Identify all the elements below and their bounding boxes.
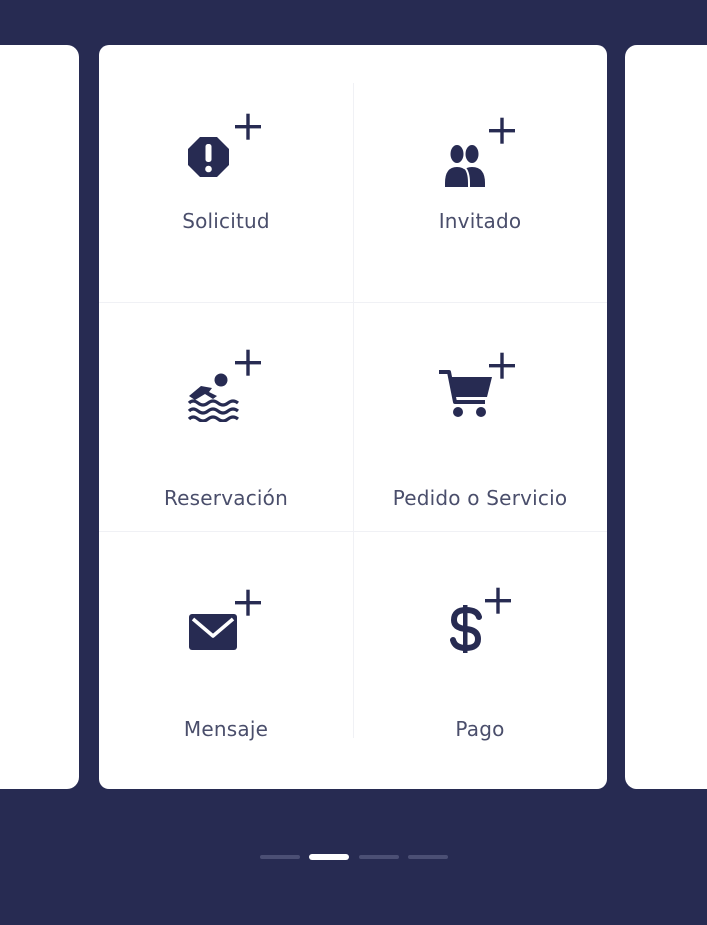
cart-plus-icon (353, 342, 607, 422)
action-mensaje[interactable]: Mensaje (99, 531, 353, 789)
action-label: Solicitud (182, 209, 270, 233)
users-plus-icon (353, 107, 607, 187)
page-dot-active[interactable] (309, 854, 349, 860)
action-label: Reservación (163, 486, 288, 510)
octagon-exclamation-plus-icon (99, 107, 353, 187)
page-indicator (0, 853, 707, 863)
swimmer-plus-icon (99, 342, 353, 422)
action-pago[interactable]: Pago (353, 531, 607, 789)
page-dot[interactable] (260, 855, 300, 859)
next-card[interactable] (625, 45, 707, 789)
top-band (0, 0, 707, 45)
action-label: Mensaje (183, 717, 269, 741)
action-reservacion[interactable]: Reservación (99, 302, 353, 531)
previous-card[interactable] (0, 45, 79, 789)
page-dot[interactable] (359, 855, 399, 859)
envelope-plus-icon (99, 581, 353, 661)
page-dot[interactable] (408, 855, 448, 859)
actions-card: Solicitud Invitado Reservación Pedido o … (99, 45, 607, 789)
actions-grid: Solicitud Invitado Reservación Pedido o … (99, 45, 607, 789)
action-label: Pago (455, 717, 505, 741)
action-pedido-servicio[interactable]: Pedido o Servicio (353, 302, 607, 531)
action-label: Invitado (438, 209, 522, 233)
action-label: Pedido o Servicio (392, 486, 568, 510)
action-solicitud[interactable]: Solicitud (99, 45, 353, 302)
quick-actions-screen: Solicitud Invitado Reservación Pedido o … (0, 0, 707, 925)
action-invitado[interactable]: Invitado (353, 45, 607, 302)
dollar-plus-icon (353, 581, 607, 661)
